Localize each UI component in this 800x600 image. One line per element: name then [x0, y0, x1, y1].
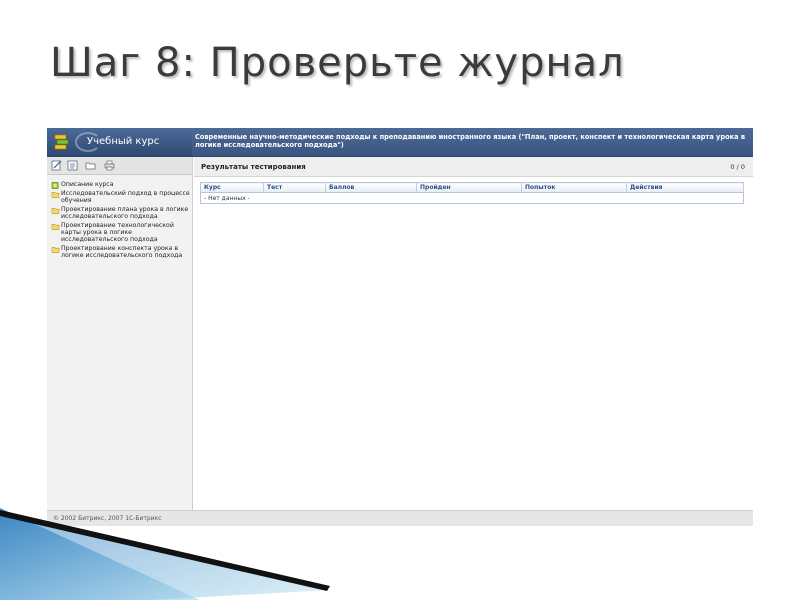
tree-item-label: Исследовательский подход в процессе обуч…: [61, 190, 190, 204]
table-row: - Нет данных -: [201, 193, 744, 204]
column-header-score[interactable]: Баллов: [325, 182, 417, 193]
tree-item-label: Описание курса: [61, 181, 114, 188]
course-title: Современные научно-методические подходы …: [195, 133, 745, 149]
edit-icon[interactable]: [51, 160, 62, 171]
results-count: 0 / 0: [730, 163, 745, 171]
tree-item-label: Проектирование плана урока в логике иссл…: [61, 206, 189, 220]
empty-table-message: - Нет данных -: [204, 194, 250, 202]
table-header-row: Курс Тест Баллов Пройден Попыток Действи…: [200, 182, 744, 193]
tree-item-lesson-plan[interactable]: Проектирование плана урока в логике иссл…: [51, 206, 191, 220]
notes-icon[interactable]: [67, 160, 78, 171]
folder-icon: [51, 224, 60, 230]
course-tree: Описание курса Исследовательский подход …: [51, 181, 191, 261]
decorative-wedge: [0, 508, 330, 600]
sidebar-toolbar: [47, 157, 192, 175]
results-title: Результаты тестирования: [201, 163, 306, 171]
folder-icon: [51, 208, 60, 214]
app-logo[interactable]: Учебный курс: [47, 128, 192, 156]
column-header-course[interactable]: Курс: [200, 182, 264, 193]
column-header-test[interactable]: Тест: [263, 182, 326, 193]
app-title: Учебный курс: [87, 136, 160, 147]
app-header: Учебный курс Современные научно-методиче…: [47, 128, 753, 157]
column-header-attempts[interactable]: Попыток: [521, 182, 627, 193]
tree-item-course-description[interactable]: Описание курса: [51, 181, 191, 189]
tree-item-research-approach[interactable]: Исследовательский подход в процессе обуч…: [51, 190, 191, 204]
folder-icon: [51, 247, 60, 253]
page-icon: [51, 182, 59, 189]
print-icon[interactable]: [104, 160, 115, 171]
results-table: Курс Тест Баллов Пройден Попыток Действи…: [200, 182, 744, 204]
books-icon: [54, 134, 69, 150]
tree-item-technology-map[interactable]: Проектирование технологической карты уро…: [51, 222, 191, 243]
sidebar: Описание курса Исследовательский подход …: [47, 157, 193, 510]
app-screenshot: Учебный курс Современные научно-методиче…: [47, 128, 753, 526]
results-header: Результаты тестирования 0 / 0: [194, 157, 753, 177]
tree-item-label: Проектирование конспекта урока в логике …: [61, 245, 183, 259]
folder-icon[interactable]: [85, 160, 96, 171]
tree-item-label: Проектирование технологической карты уро…: [61, 222, 174, 243]
column-header-passed[interactable]: Пройден: [416, 182, 522, 193]
slide-title: Шаг 8: Проверьте журнал: [50, 40, 625, 86]
column-header-actions[interactable]: Действия: [626, 182, 744, 193]
main-content: Результаты тестирования 0 / 0 Курс Тест …: [194, 157, 753, 510]
tree-item-lesson-summary[interactable]: Проектирование конспекта урока в логике …: [51, 245, 191, 259]
folder-icon: [51, 192, 60, 198]
